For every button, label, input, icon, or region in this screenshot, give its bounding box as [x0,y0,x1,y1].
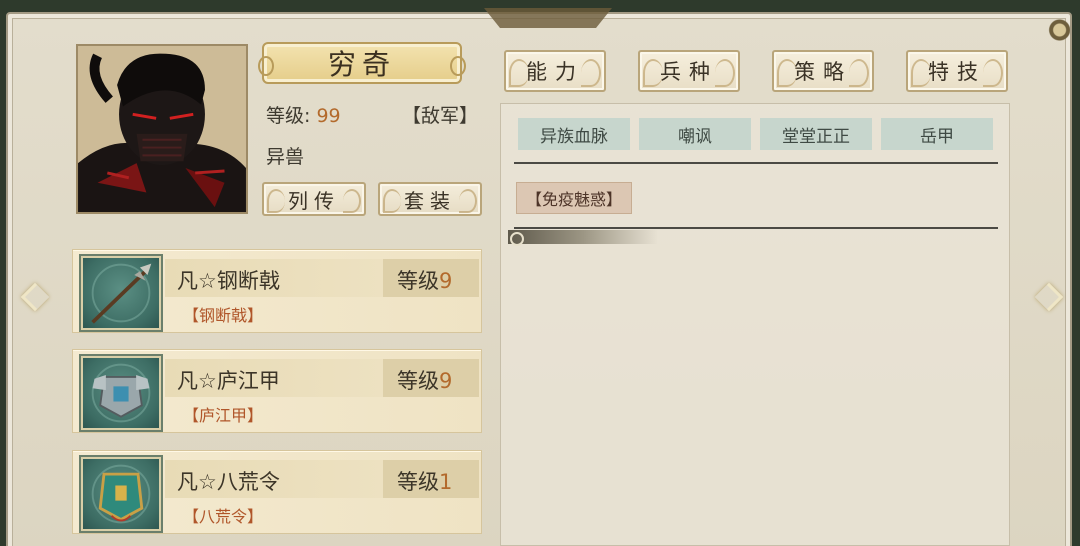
token-icon [81,457,161,531]
character-name-plate: 穷奇 [258,42,466,84]
equipment-subtitle: 【庐江甲】 [183,406,264,425]
character-name: 穷奇 [327,48,396,81]
tab-special-skill[interactable]: 特技 [906,50,1008,92]
biography-button-label: 列传 [288,188,340,213]
level-info: 等级: 99 [266,101,341,128]
skill-detail-panel [500,103,1010,546]
trait-chip[interactable]: 【免疫魅惑】 [516,182,632,214]
equipment-name: 凡☆八荒令 [177,470,280,494]
masked-warrior-portrait-icon [78,46,246,212]
skill-chip[interactable]: 异族血脉 [518,118,630,150]
section-header-ornament [508,230,658,246]
equipment-subtitle: 【八荒令】 [183,507,264,526]
biography-button[interactable]: 列传 [262,182,366,216]
outfit-button-label: 套装 [404,188,456,213]
top-ornament [484,8,612,28]
skill-chip[interactable]: 嘲讽 [639,118,751,150]
skill-chip[interactable]: 岳甲 [881,118,993,150]
divider [514,227,998,229]
tab-strategy-label: 策略 [794,60,852,84]
tab-special-skill-label: 特技 [928,60,986,84]
tab-ability-label: 能力 [526,60,584,84]
armor-icon [81,356,161,430]
halberd-icon [81,256,161,330]
faction-label: 【敌军】 [402,105,479,127]
tab-troop-type[interactable]: 兵种 [638,50,740,92]
tab-strategy[interactable]: 策略 [772,50,874,92]
equipment-slot-armor[interactable]: 凡☆庐江甲 等级9 【庐江甲】 [72,349,482,433]
equipment-name: 凡☆庐江甲 [177,369,280,393]
skill-chip[interactable]: 堂堂正正 [760,118,872,150]
tab-troop-type-label: 兵种 [660,60,718,84]
corner-ornament [1044,14,1070,54]
divider [514,162,998,164]
equipment-name: 凡☆钢断戟 [177,269,280,293]
equipment-slot-weapon[interactable]: 凡☆钢断戟 等级9 【钢断戟】 [72,249,482,333]
equipment-level: 等级1 [397,470,453,494]
equipment-subtitle: 【钢断戟】 [183,306,264,325]
next-character-arrow-icon[interactable] [1032,280,1066,314]
equipment-level: 等级9 [397,369,453,393]
character-type: 异兽 [266,146,305,168]
tab-ability[interactable]: 能力 [504,50,606,92]
prev-character-arrow-icon[interactable] [18,280,52,314]
outfit-button[interactable]: 套装 [378,182,482,216]
equipment-level: 等级9 [397,269,453,293]
level-value: 99 [316,105,341,127]
level-label: 等级: [266,105,311,127]
character-portrait [76,44,248,214]
equipment-slot-accessory[interactable]: 凡☆八荒令 等级1 【八荒令】 [72,450,482,534]
